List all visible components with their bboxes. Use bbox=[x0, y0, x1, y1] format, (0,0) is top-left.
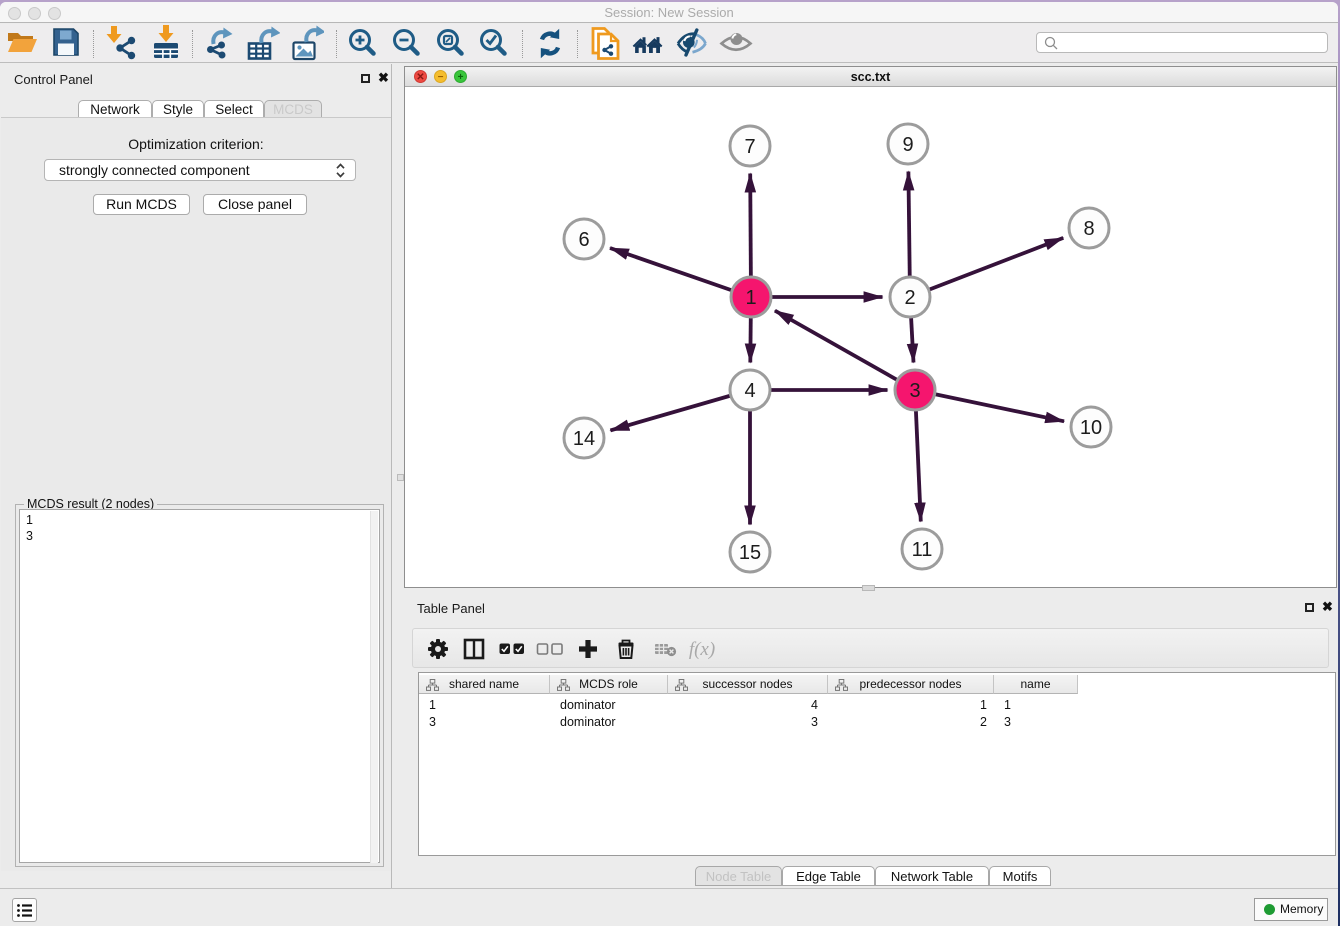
svg-text:11: 11 bbox=[912, 539, 933, 561]
svg-text:14: 14 bbox=[573, 428, 595, 450]
svg-text:3: 3 bbox=[909, 380, 920, 402]
svg-text:9: 9 bbox=[902, 134, 913, 156]
svg-text:6: 6 bbox=[578, 229, 589, 251]
svg-text:4: 4 bbox=[744, 380, 755, 402]
svg-text:1: 1 bbox=[745, 287, 756, 309]
svg-text:7: 7 bbox=[744, 136, 755, 158]
svg-text:15: 15 bbox=[739, 542, 761, 564]
svg-text:f(x): f(x) bbox=[689, 639, 715, 660]
svg-text:2: 2 bbox=[904, 287, 915, 309]
svg-text:8: 8 bbox=[1083, 218, 1094, 240]
svg-text:10: 10 bbox=[1080, 417, 1102, 439]
